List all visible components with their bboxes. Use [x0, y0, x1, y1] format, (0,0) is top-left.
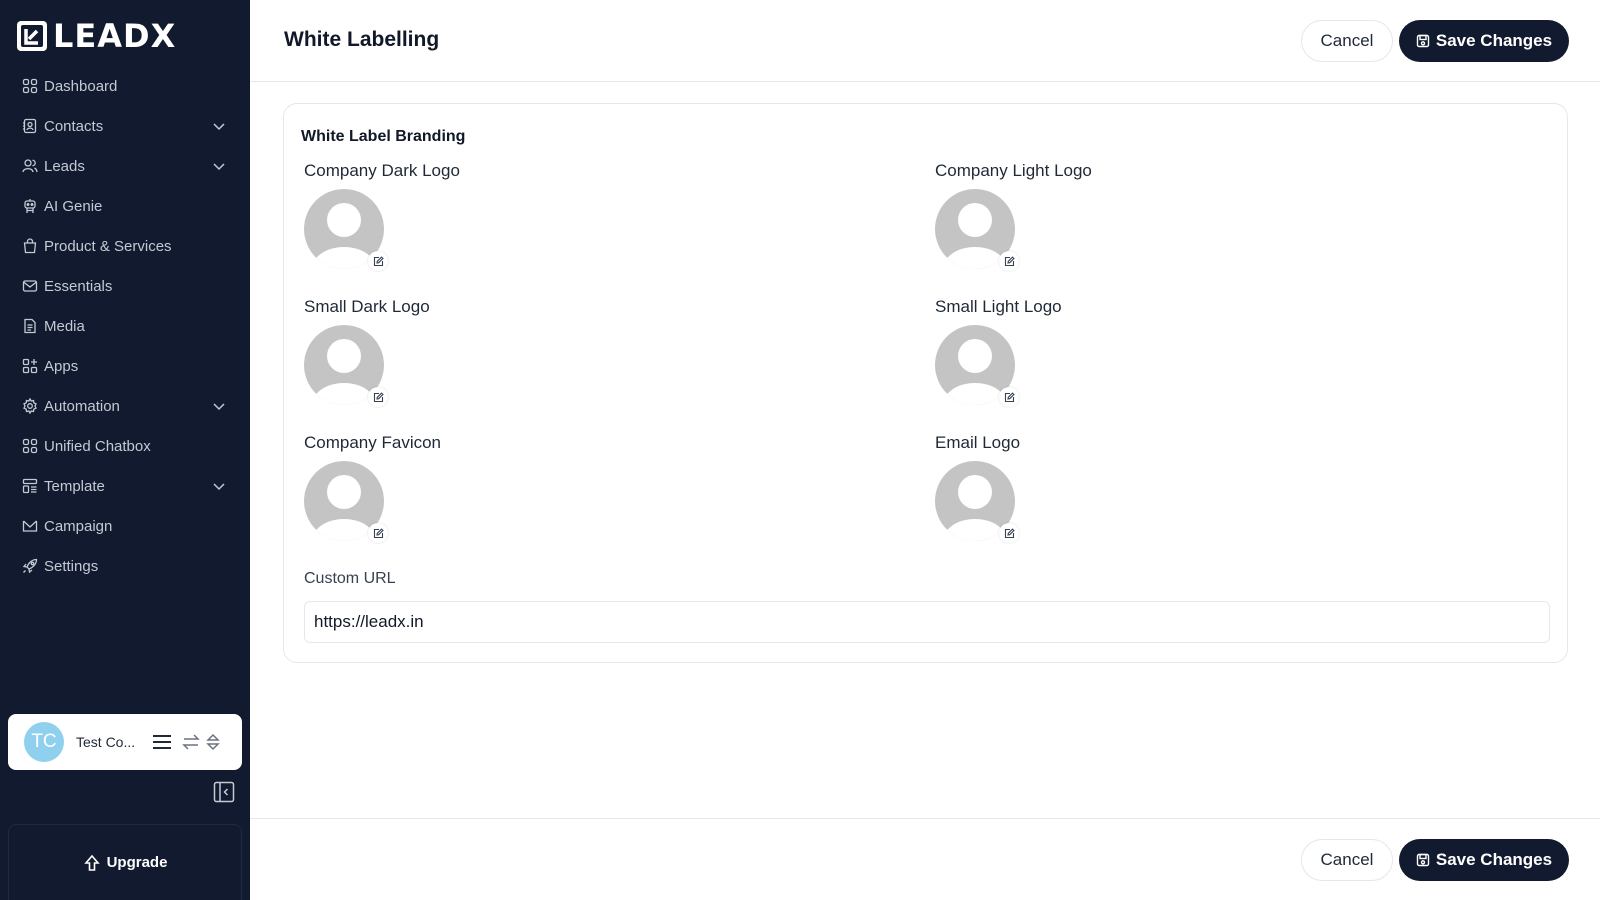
- chevron-down-icon[interactable]: [212, 119, 226, 133]
- upgrade-label: Upgrade: [106, 854, 168, 871]
- sidebar-item-product-services[interactable]: Product & Services: [0, 226, 250, 266]
- brand-name: LEADX: [53, 17, 177, 55]
- sidebar-item-label: Settings: [44, 557, 99, 575]
- robot-icon: [22, 198, 38, 214]
- footer-cancel-button[interactable]: Cancel: [1301, 839, 1393, 881]
- custom-url-label: Custom URL: [304, 570, 396, 587]
- logo-field-small-dark: Small Dark Logo: [304, 297, 430, 413]
- grid-icon: [22, 438, 38, 454]
- sidebar-item-label: Leads: [44, 157, 85, 175]
- field-label: Small Light Logo: [935, 297, 1062, 316]
- sidebar-item-leads[interactable]: Leads: [0, 146, 250, 186]
- sidebar-item-label: Automation: [44, 397, 120, 415]
- field-label: Company Light Logo: [935, 161, 1092, 180]
- edit-icon[interactable]: [999, 387, 1019, 407]
- users-icon: [22, 158, 38, 174]
- save-changes-button[interactable]: Save Changes: [1399, 20, 1569, 62]
- leadx-logo-icon: [17, 21, 47, 51]
- sidebar-item-label: Product & Services: [44, 237, 172, 255]
- sidebar-item-campaign[interactable]: Campaign: [0, 506, 250, 546]
- avatar: TC: [24, 722, 64, 762]
- logo-upload[interactable]: [304, 189, 394, 277]
- field-label: Small Dark Logo: [304, 297, 430, 316]
- page-title: White Labelling: [284, 28, 440, 51]
- save-icon: [1416, 34, 1430, 48]
- chevron-down-icon[interactable]: [212, 399, 226, 413]
- white-label-branding-card: White Label Branding Company Dark Logo C…: [283, 103, 1568, 663]
- sidebar-item-contacts[interactable]: Contacts: [0, 106, 250, 146]
- custom-url-input[interactable]: [304, 601, 1550, 643]
- collapse-sidebar-icon[interactable]: [213, 781, 235, 803]
- sidebar-nav: Dashboard Contacts Leads AI Genie Produc…: [0, 66, 250, 586]
- document-icon: [22, 318, 38, 334]
- edit-icon[interactable]: [368, 387, 388, 407]
- save-label: Save Changes: [1435, 31, 1553, 50]
- gear-cog-icon: [22, 398, 38, 414]
- sidebar-item-label: Campaign: [44, 517, 113, 535]
- sidebar-item-label: Unified Chatbox: [44, 437, 151, 455]
- logo-field-small-light: Small Light Logo: [935, 297, 1062, 413]
- logo-field-company-light: Company Light Logo: [935, 161, 1092, 277]
- page-footer: Cancel Save Changes: [250, 818, 1600, 900]
- upgrade-button[interactable]: Upgrade: [8, 824, 242, 900]
- logo-field-company-favicon: Company Favicon: [304, 433, 441, 549]
- sidebar-item-settings[interactable]: Settings: [0, 546, 250, 586]
- account-switcher[interactable]: TC Test Co...: [8, 714, 242, 770]
- logo-upload[interactable]: [935, 325, 1025, 413]
- sidebar: LEADX Dashboard Contacts Leads AI Genie …: [0, 0, 250, 900]
- save-icon: [1416, 853, 1430, 867]
- switch-arrows-icon[interactable]: [182, 733, 200, 751]
- logo-field-company-dark: Company Dark Logo: [304, 161, 460, 277]
- logo-upload[interactable]: [935, 461, 1025, 549]
- field-label: Company Favicon: [304, 433, 442, 452]
- edit-icon[interactable]: [999, 251, 1019, 271]
- menu-icon[interactable]: [152, 733, 172, 751]
- sidebar-item-label: Template: [44, 477, 105, 495]
- grid-icon: [22, 78, 38, 94]
- field-label: Email Logo: [935, 433, 1021, 452]
- edit-icon[interactable]: [999, 523, 1019, 543]
- sidebar-item-dashboard[interactable]: Dashboard: [0, 66, 250, 106]
- sidebar-item-automation[interactable]: Automation: [0, 386, 250, 426]
- sidebar-item-template[interactable]: Template: [0, 466, 250, 506]
- sidebar-item-label: Contacts: [44, 117, 104, 135]
- card-title: White Label Branding: [301, 128, 466, 145]
- upgrade-arrow-icon: [83, 854, 101, 872]
- footer-save-changes-button[interactable]: Save Changes: [1399, 839, 1569, 881]
- template-icon: [22, 478, 38, 494]
- sidebar-item-label: Apps: [44, 357, 79, 375]
- account-name: Test Co...: [76, 734, 136, 750]
- sidebar-item-essentials[interactable]: Essentials: [0, 266, 250, 306]
- sidebar-item-media[interactable]: Media: [0, 306, 250, 346]
- campaign-icon: [22, 518, 38, 534]
- contact-book-icon: [22, 118, 38, 134]
- logo-upload[interactable]: [304, 461, 394, 549]
- sidebar-item-label: Media: [44, 317, 85, 335]
- rocket-icon: [22, 558, 38, 574]
- logo-field-email: Email Logo: [935, 433, 1025, 549]
- logo-upload[interactable]: [935, 189, 1025, 277]
- edit-icon[interactable]: [368, 523, 388, 543]
- mail-icon: [22, 278, 38, 294]
- expand-collapse-icon[interactable]: [206, 733, 220, 751]
- page-header: White Labelling Cancel Save Changes: [250, 0, 1600, 82]
- field-label: Company Dark Logo: [304, 161, 460, 180]
- chevron-down-icon[interactable]: [212, 479, 226, 493]
- cancel-button[interactable]: Cancel: [1301, 20, 1393, 62]
- sidebar-item-label: AI Genie: [44, 197, 103, 215]
- logo-upload[interactable]: [304, 325, 394, 413]
- edit-icon[interactable]: [368, 251, 388, 271]
- sidebar-item-label: Dashboard: [44, 77, 118, 95]
- chevron-down-icon[interactable]: [212, 159, 226, 173]
- sidebar-item-ai-genie[interactable]: AI Genie: [0, 186, 250, 226]
- brand-logo[interactable]: LEADX: [17, 18, 176, 54]
- sidebar-item-label: Essentials: [44, 277, 113, 295]
- apps-icon: [22, 358, 38, 374]
- sidebar-item-apps[interactable]: Apps: [0, 346, 250, 386]
- save-label: Save Changes: [1435, 850, 1553, 869]
- shopping-bag-icon: [22, 238, 38, 254]
- sidebar-item-unified-chatbox[interactable]: Unified Chatbox: [0, 426, 250, 466]
